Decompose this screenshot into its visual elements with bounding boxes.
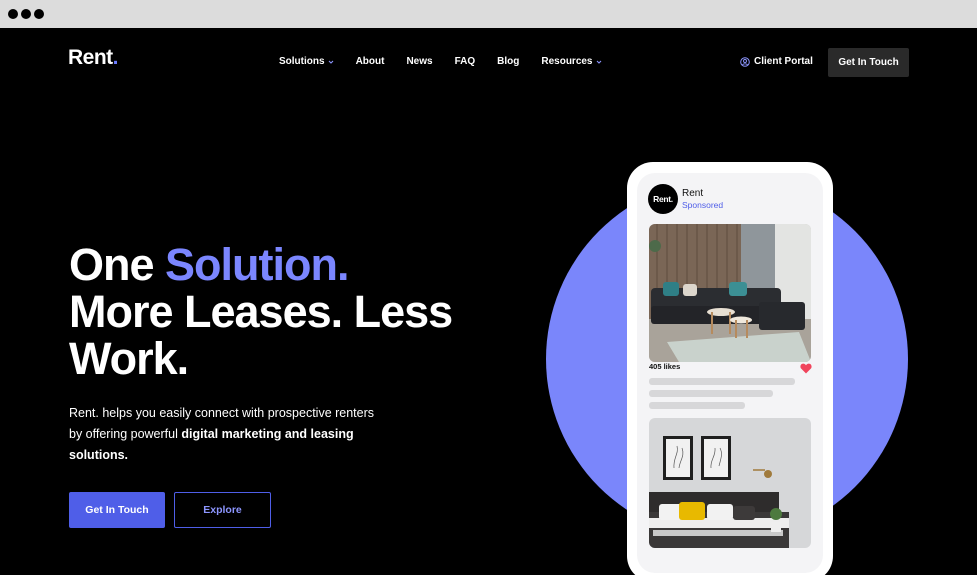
nav-item-about[interactable]: About: [356, 56, 385, 67]
nav-item-label: Resources: [541, 56, 593, 67]
nav-item-label: Solutions: [279, 56, 325, 67]
nav-item-faq[interactable]: FAQ: [455, 56, 476, 67]
post-sponsored-label: Sponsored: [682, 200, 724, 210]
brand-logo[interactable]: Rent.: [68, 46, 119, 70]
chevron-down-icon: [328, 60, 333, 64]
hero-get-in-touch-button[interactable]: Get In Touch: [69, 492, 165, 528]
nav-item-blog[interactable]: Blog: [497, 56, 519, 67]
heart-icon[interactable]: [800, 363, 812, 374]
post-photo-living-room: [649, 224, 811, 362]
hero-headline-part1: One: [69, 239, 166, 290]
main-nav: Solutions About News FAQ Blog Resources: [279, 56, 602, 67]
caption-placeholder-line: [649, 390, 773, 397]
window-control-close[interactable]: [8, 9, 18, 19]
post-photo-bedroom: [649, 418, 811, 548]
nav-item-label: About: [355, 56, 385, 67]
hero-subtext: Rent. helps you easily connect with pros…: [69, 403, 379, 466]
hero-explore-button[interactable]: Explore: [174, 492, 271, 528]
brand-logo-text: Rent: [68, 46, 113, 69]
hero-headline: One Solution. More Leases. Less Work.: [69, 241, 499, 382]
header-get-in-touch-button[interactable]: Get In Touch: [828, 48, 909, 77]
nav-item-label: FAQ: [454, 56, 476, 67]
page-viewport: Rent. Solutions About News FAQ Blog Reso…: [0, 28, 977, 575]
caption-placeholder-line: [649, 378, 795, 385]
window-control-maximize[interactable]: [34, 9, 44, 19]
brand-logo-dot: .: [112, 46, 119, 69]
browser-title-bar: [0, 0, 977, 28]
chevron-down-icon: [596, 60, 601, 64]
phone-mockup: Rent. Rent Sponsored 405 likes: [627, 162, 833, 575]
browser-window: Rent. Solutions About News FAQ Blog Reso…: [0, 0, 977, 575]
post-account-name: Rent: [682, 188, 704, 199]
hero-headline-part2: More Leases. Less Work.: [69, 286, 453, 384]
nav-item-label: News: [406, 56, 433, 67]
post-likes-count: 405 likes: [649, 362, 681, 371]
client-portal-label: Client Portal: [754, 56, 813, 67]
caption-placeholder-line: [649, 402, 745, 409]
bedroom-image: [649, 418, 811, 548]
user-circle-icon: [740, 56, 750, 67]
nav-item-news[interactable]: News: [406, 56, 432, 67]
window-control-minimize[interactable]: [21, 9, 31, 19]
hero-headline-accent: Solution.: [165, 239, 349, 290]
nav-item-resources[interactable]: Resources: [541, 56, 601, 67]
nav-item-solutions[interactable]: Solutions: [279, 56, 334, 67]
client-portal-link[interactable]: Client Portal: [740, 56, 813, 67]
phone-screen: Rent. Rent Sponsored 405 likes: [637, 173, 823, 573]
post-avatar: Rent.: [648, 184, 678, 214]
nav-item-label: Blog: [497, 56, 520, 67]
living-room-image: [649, 224, 811, 362]
